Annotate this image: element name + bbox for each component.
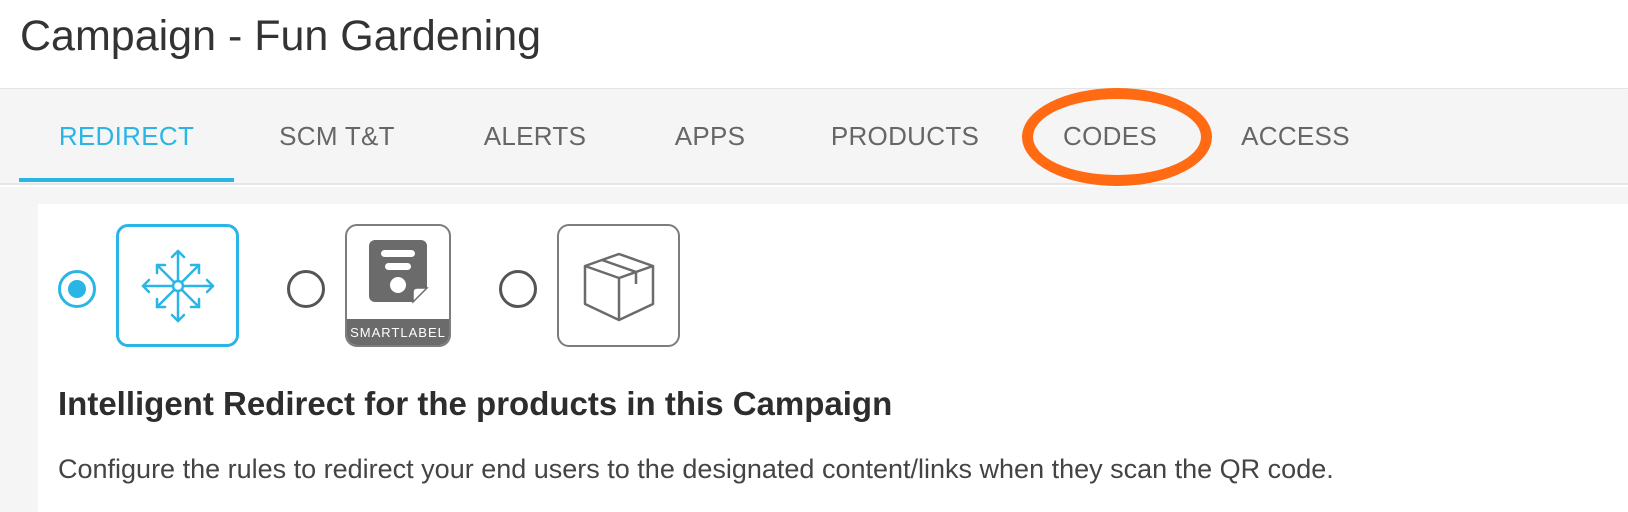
page-title: Campaign - Fun Gardening [20,12,542,60]
smartlabel-tile-label: SMARTLABEL [347,319,449,345]
tab-products[interactable]: PRODUCTS [820,90,990,183]
smartlabel-icon [369,240,429,304]
page: Campaign - Fun Gardening REDIRECT SCM T&… [0,0,1628,512]
package-box-icon [583,252,655,322]
tab-access[interactable]: ACCESS [1228,90,1363,183]
option-intelligent-redirect[interactable] [116,224,239,347]
tab-alerts[interactable]: ALERTS [470,90,600,183]
active-tab-indicator [19,178,234,182]
tab-codes[interactable]: CODES [1050,90,1170,183]
option-package[interactable] [557,224,680,347]
radio-smartlabel[interactable] [287,270,325,308]
section-heading: Intelligent Redirect for the products in… [58,385,893,422]
tab-scm-tt[interactable]: SCM T&T [262,90,412,183]
tab-bar: REDIRECT SCM T&T ALERTS APPS PRODUCTS CO… [0,90,1628,185]
tab-apps[interactable]: APPS [660,90,760,183]
option-smartlabel[interactable]: SMARTLABEL [345,224,451,347]
page-header: Campaign - Fun Gardening [0,0,1628,89]
tab-redirect[interactable]: REDIRECT [19,90,234,183]
radio-intelligent-redirect[interactable] [58,270,96,308]
arrows-expand-icon [141,249,215,323]
radio-package[interactable] [499,270,537,308]
section-description: Configure the rules to redirect your end… [58,454,1334,484]
